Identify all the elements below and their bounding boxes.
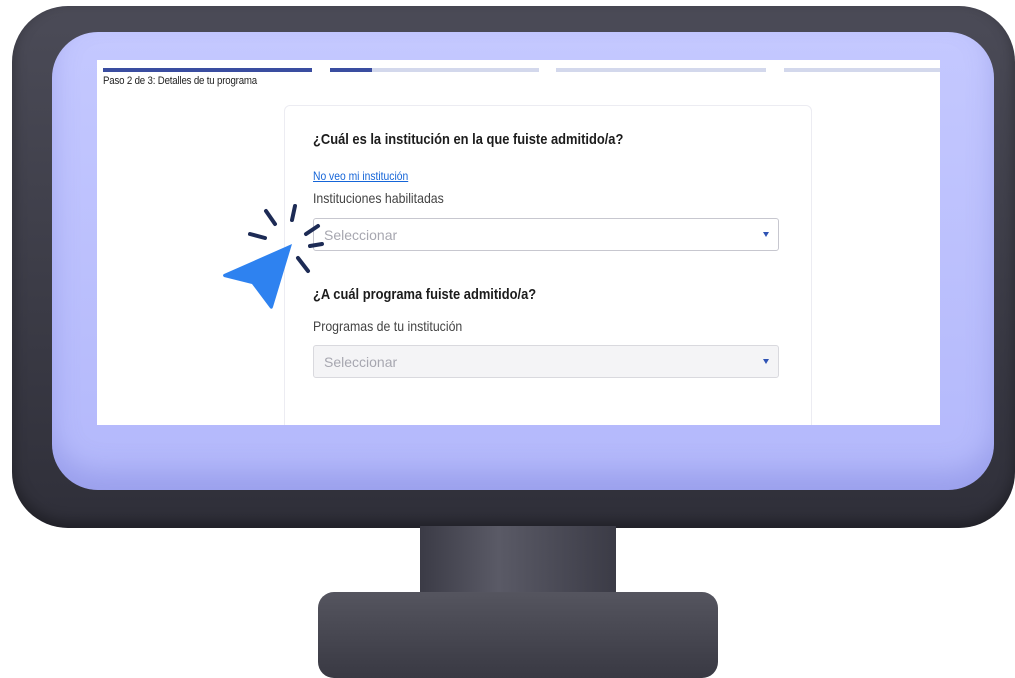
institution-select-placeholder: Seleccionar	[324, 227, 398, 243]
caret-down-icon	[763, 232, 769, 237]
missing-institution-link[interactable]: No veo mi institución	[313, 169, 408, 183]
step-progress-bar	[103, 68, 940, 72]
program-question-title: ¿A cuál programa fuiste admitido/a?	[313, 286, 537, 303]
program-field-label: Programas de tu institución	[313, 318, 463, 334]
program-select-placeholder: Seleccionar	[324, 354, 398, 370]
institution-question-title: ¿Cuál es la institución en la que fuiste…	[313, 131, 624, 148]
progress-segment-3	[556, 68, 766, 72]
monitor-stand-base	[318, 592, 718, 678]
progress-segment-4	[784, 68, 940, 72]
program-select[interactable]: Seleccionar	[313, 345, 779, 378]
pointer-arrow-icon	[223, 204, 324, 309]
progress-segment-2	[330, 68, 539, 72]
cursor-arrow-shape	[223, 244, 292, 309]
program-details-card: ¿Cuál es la institución en la que fuiste…	[284, 105, 812, 425]
caret-down-icon	[763, 359, 769, 364]
monitor-stand-neck	[420, 526, 616, 600]
institution-field-label: Instituciones habilitadas	[313, 190, 444, 206]
progress-segment-1	[103, 68, 312, 72]
step-indicator-text: Paso 2 de 3: Detalles de tu programa	[103, 75, 258, 87]
institution-select[interactable]: Seleccionar	[313, 218, 779, 251]
